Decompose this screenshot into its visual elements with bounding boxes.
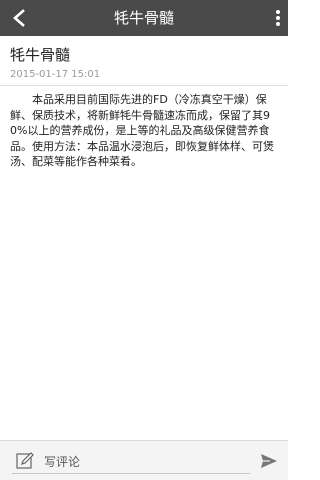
send-button[interactable] — [258, 450, 280, 472]
top-app-bar: 牦牛骨髓 — [0, 0, 288, 36]
comment-bar: 写评论 — [0, 440, 288, 480]
article-screen: 牦牛骨髓 牦牛骨髓 2015-01-17 15:01 本品采用目前国际先进的FD… — [0, 0, 288, 480]
menu-dot — [276, 10, 280, 14]
send-icon — [261, 454, 277, 468]
title-divider — [0, 85, 288, 86]
article-title: 牦牛骨髓 — [10, 46, 71, 64]
article-body: 本品采用目前国际先进的FD（冷冻真空干燥）保鲜、保质技术，将新鲜牦牛骨髓速冻而成… — [10, 93, 274, 168]
back-button[interactable] — [0, 0, 40, 36]
comment-placeholder: 写评论 — [44, 455, 81, 469]
article-date: 2015-01-17 15:01 — [10, 69, 101, 80]
pencil-edit-icon — [16, 452, 34, 469]
comment-input[interactable]: 写评论 — [12, 449, 250, 474]
back-arrow-icon — [13, 9, 25, 27]
menu-dot — [276, 22, 280, 26]
menu-dot — [276, 16, 280, 20]
page-title: 牦牛骨髓 — [113, 9, 174, 27]
overflow-menu-button[interactable] — [252, 0, 288, 36]
